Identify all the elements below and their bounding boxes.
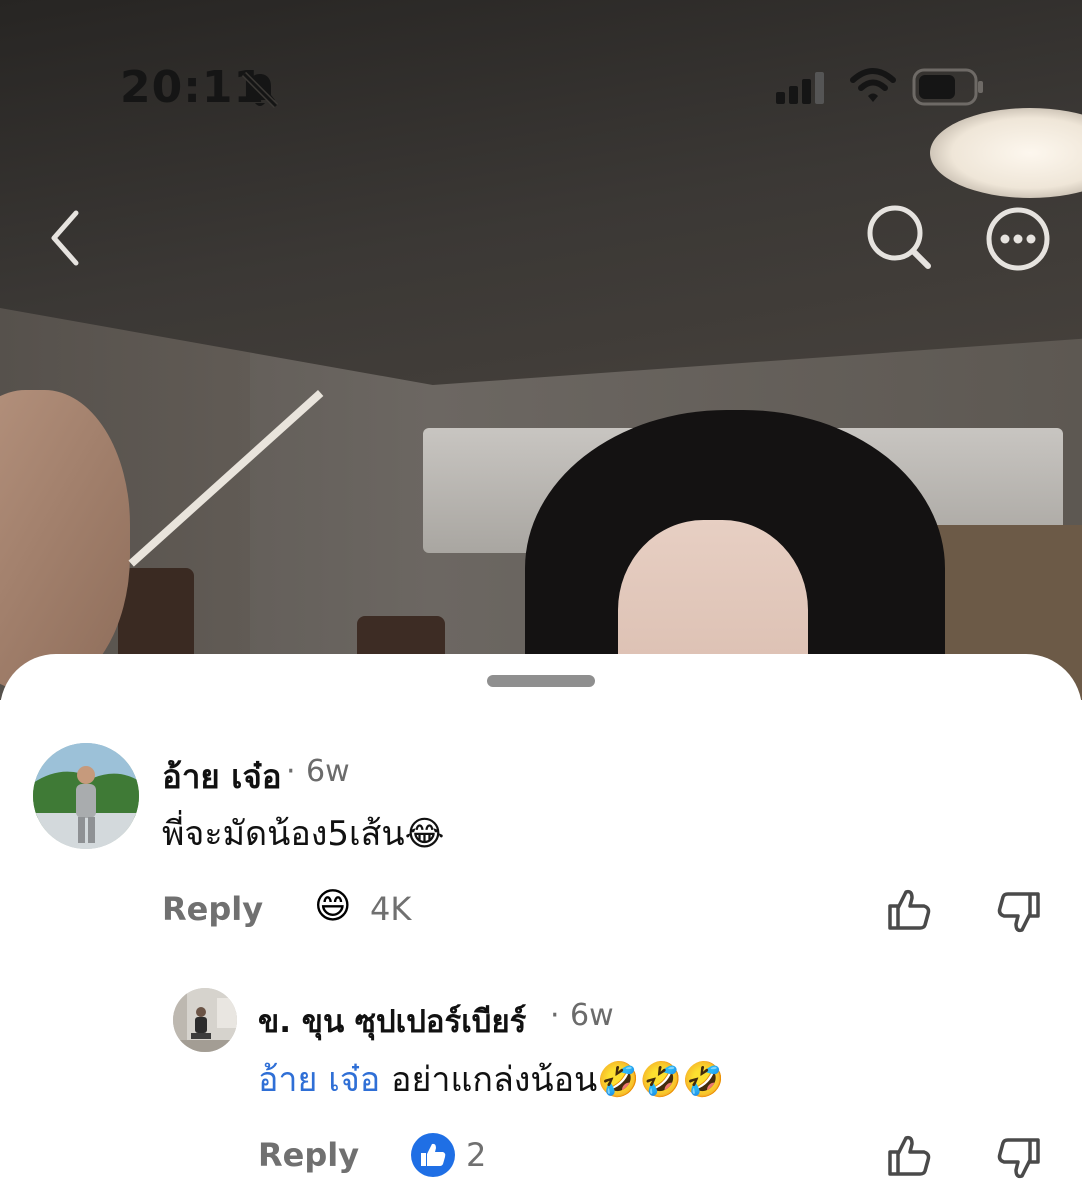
reaction-count: 4K [370,890,412,928]
wifi-icon [850,68,896,102]
reply-author[interactable]: ข. ขุน ซุปเปอร์เบียร์ [258,996,526,1046]
reply-body: อย่าแกล่งน้อน🤣🤣🤣 [380,1060,725,1100]
video-scene-ceiling [0,0,1082,385]
sheet-drag-handle[interactable] [487,675,595,687]
comment-author[interactable]: อ้าย เจ๋อ [162,750,282,803]
reply-button[interactable]: Reply [258,1136,359,1174]
comments-sheet: อ้าย เจ๋อ · 6w พี่จะมัดน้อง5เส้น😂 Reply … [0,654,1082,1200]
bell-slash-icon [241,71,279,109]
reply-mention[interactable]: อ้าย เจ๋อ [258,1060,380,1100]
thumbs-up-icon[interactable] [884,884,934,934]
cellular-signal-icon [776,72,824,104]
reaction-emoji: 😄 [314,886,352,927]
comment-timestamp: 6w [306,754,350,789]
reply-separator: · [550,998,560,1033]
reply-button[interactable]: Reply [162,890,263,928]
avatar[interactable] [173,988,237,1052]
reply-text: อ้าย เจ๋อ อย่าแกล่งน้อน🤣🤣🤣 [258,1052,724,1106]
reaction-summary[interactable]: 😄 4K [314,886,434,932]
reaction-summary[interactable]: 2 [410,1132,510,1178]
like-badge-icon [411,1133,455,1177]
more-horizontal-icon[interactable] [982,203,1054,275]
thumbs-down-icon[interactable] [994,888,1044,938]
chevron-left-icon[interactable] [40,205,90,271]
avatar-photo [173,988,237,1052]
comment-text: พี่จะมัดน้อง5เส้น😂 [162,814,445,854]
battery-icon [912,68,983,106]
comment-separator: · [286,754,296,789]
reply-timestamp: 6w [570,998,614,1033]
avatar-photo [33,743,139,849]
avatar[interactable] [33,743,139,849]
reaction-count: 2 [466,1136,487,1174]
thumbs-down-icon[interactable] [994,1134,1044,1184]
search-icon[interactable] [862,200,938,276]
thumbs-up-icon[interactable] [884,1130,934,1180]
